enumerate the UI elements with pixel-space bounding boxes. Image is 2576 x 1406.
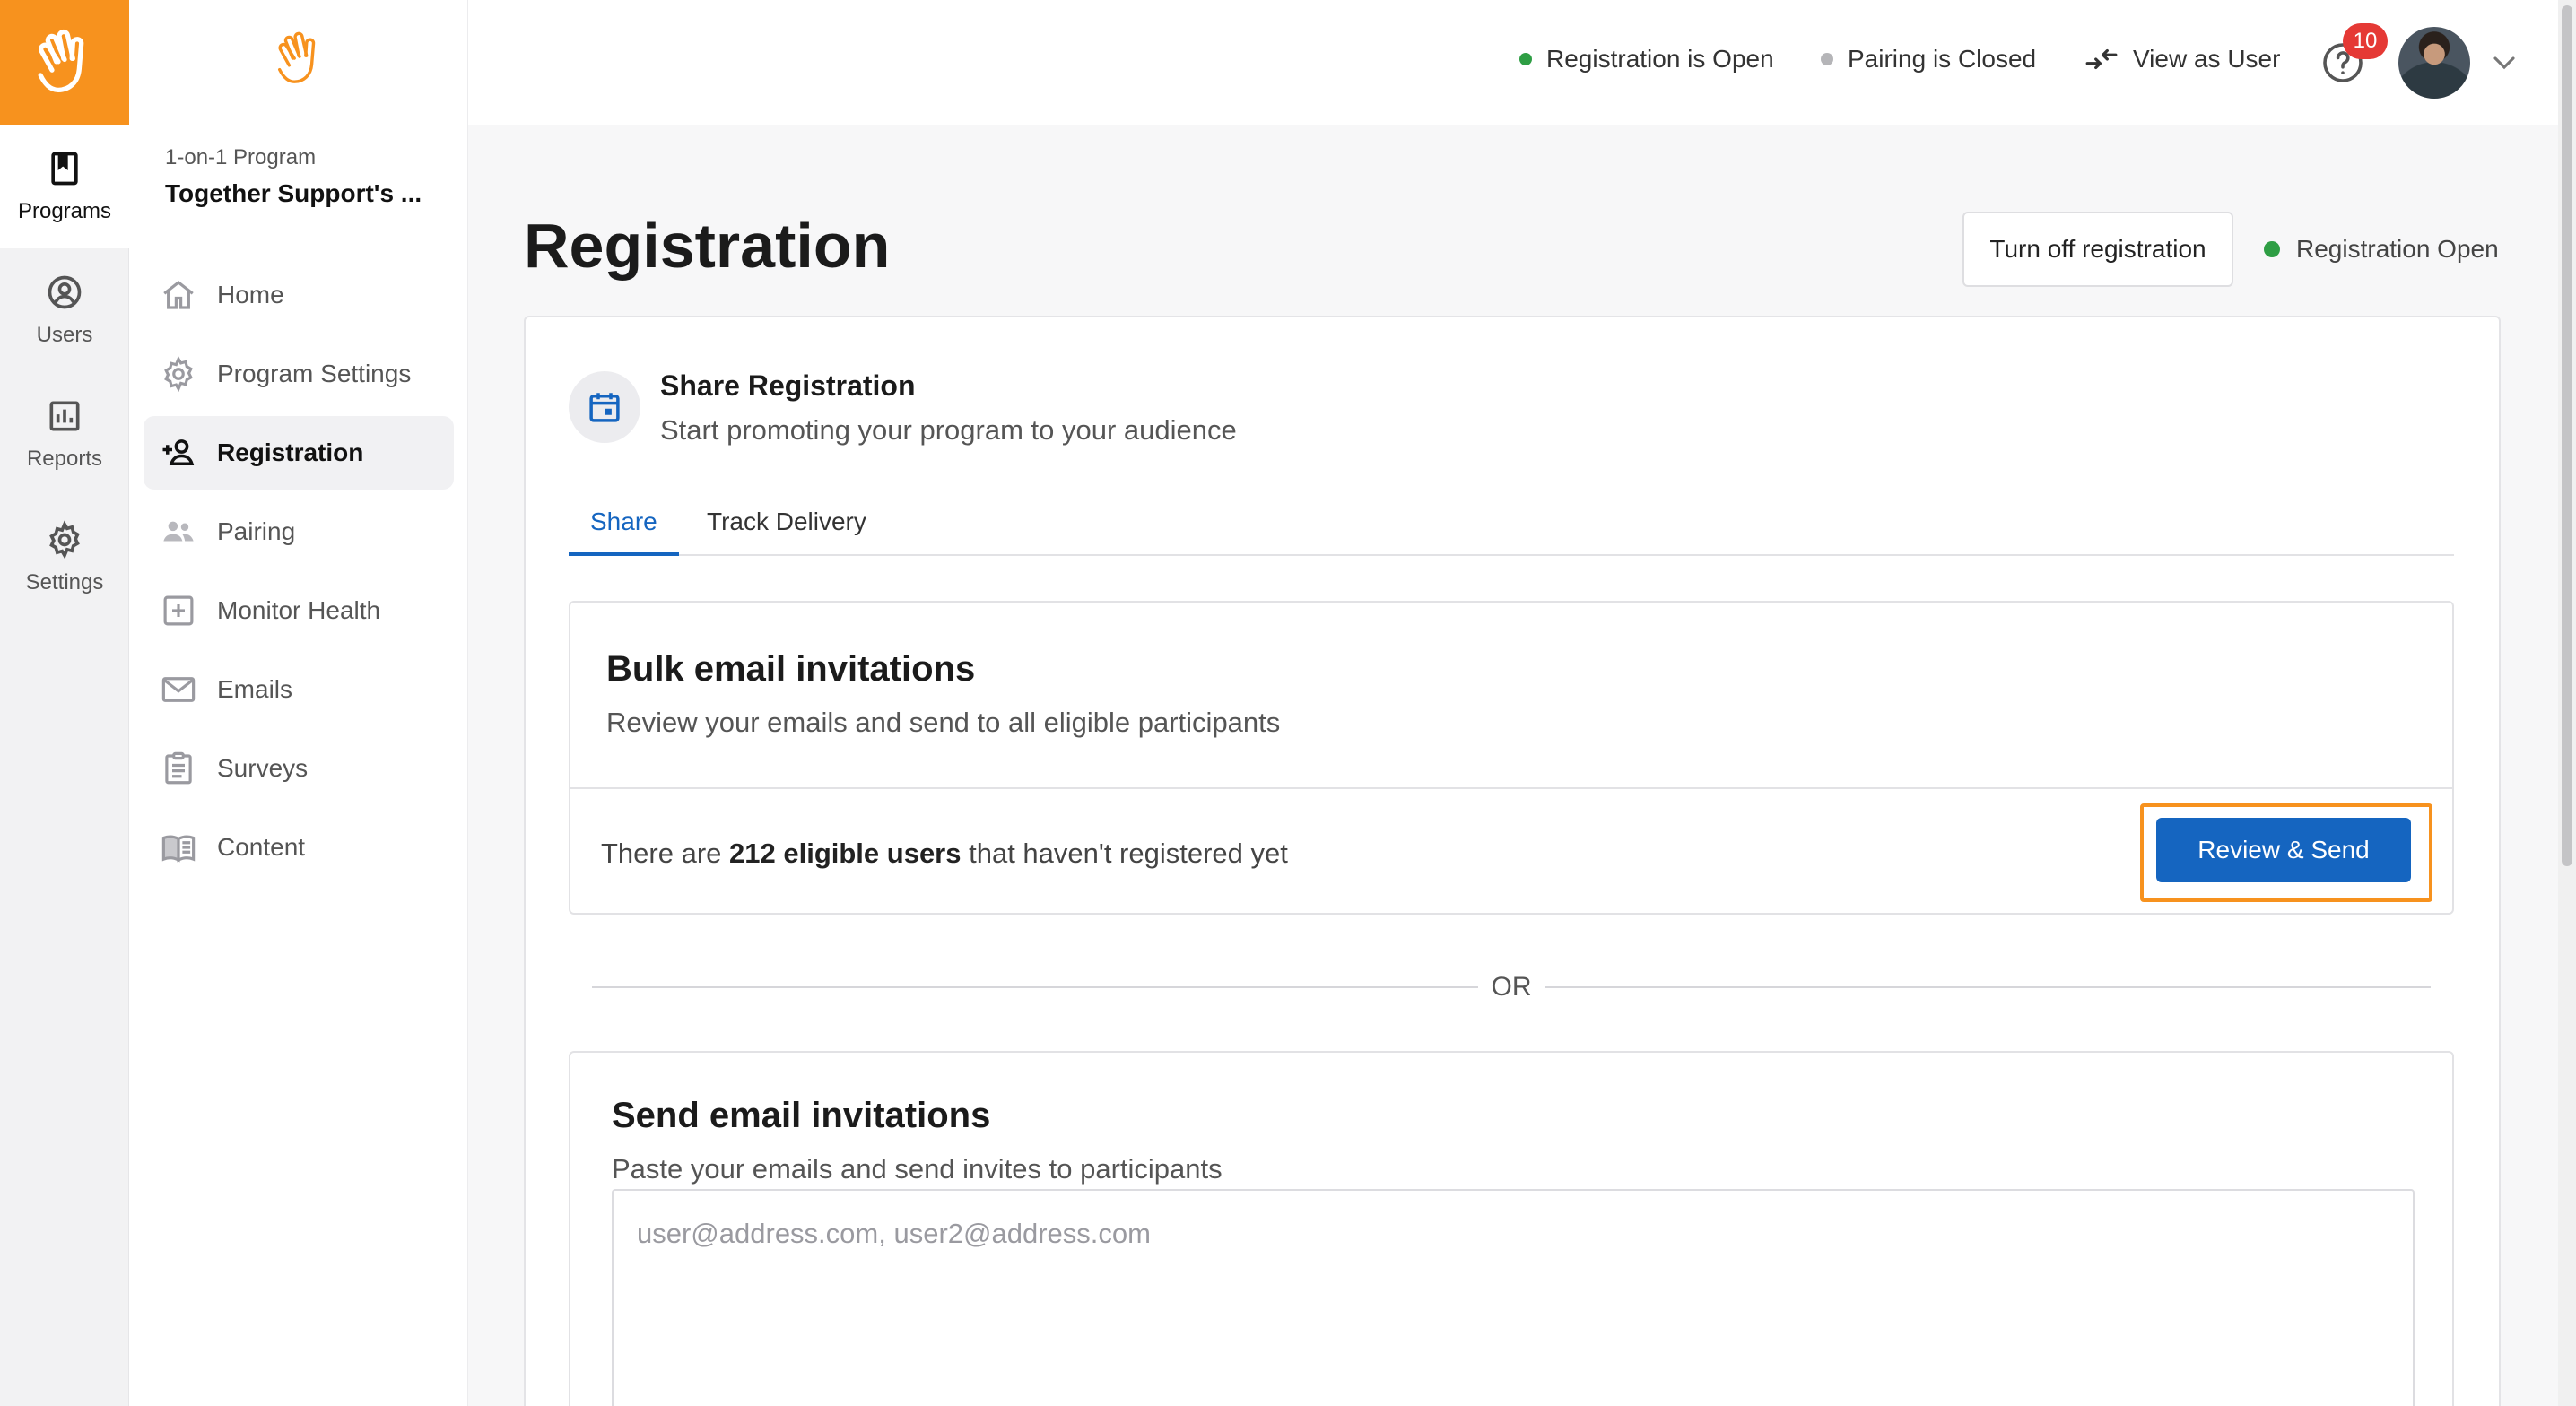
nav-item-label: Home xyxy=(217,281,284,308)
users-icon xyxy=(163,521,194,542)
nav-item-label: Emails xyxy=(217,675,293,703)
nav-item-label: Monitor Health xyxy=(217,596,381,624)
chevron-down-icon[interactable] xyxy=(2491,52,2518,74)
status-dot-green xyxy=(1519,53,1532,65)
avatar[interactable] xyxy=(2398,27,2470,99)
scrollbar-thumb[interactable] xyxy=(2562,5,2572,866)
send-title: Send email invitations xyxy=(612,1096,991,1135)
nav-item-surveys[interactable]: Surveys xyxy=(144,732,454,805)
status-dot-green xyxy=(2264,241,2280,257)
nav-item-label: Registration xyxy=(217,438,364,466)
eligible-text-prefix: There are xyxy=(601,838,730,869)
registration-status[interactable]: Registration is Open xyxy=(1519,45,1774,74)
bulk-subtitle: Review your emails and send to all eligi… xyxy=(606,707,1281,738)
swap-arrows-icon xyxy=(2085,48,2118,70)
or-separator: OR xyxy=(592,968,2431,1004)
eligible-text-suffix: that haven't registered yet xyxy=(961,838,1288,869)
program-type-caption: 1-on-1 Program xyxy=(165,145,317,169)
rail-item-users[interactable]: Users xyxy=(0,248,129,372)
page-title: Registration xyxy=(524,211,891,281)
view-as-user-label: View as User xyxy=(2133,45,2281,73)
share-subtitle: Start promoting your program to your aud… xyxy=(660,414,1237,446)
calendar-icon xyxy=(589,393,620,422)
rail-item-label: Settings xyxy=(25,570,104,595)
status-dot-gray xyxy=(1821,53,1833,65)
rail-item-programs[interactable]: Programs xyxy=(0,125,129,248)
rail-item-reports[interactable]: Reports xyxy=(0,372,129,496)
tab-share[interactable]: Share xyxy=(569,497,679,556)
app-logo[interactable] xyxy=(0,0,129,125)
waving-hand-icon xyxy=(38,29,84,92)
pairing-status[interactable]: Pairing is Closed xyxy=(1821,45,2036,74)
share-tabs: Share Track Delivery xyxy=(569,497,2454,556)
bar-chart-icon xyxy=(49,401,80,431)
nav-item-program-settings[interactable]: Program Settings xyxy=(144,337,454,411)
registration-status-label: Registration is Open xyxy=(1546,45,1774,73)
bulk-title: Bulk email invitations xyxy=(606,649,976,689)
user-circle-icon xyxy=(48,275,82,309)
page-scrollbar[interactable] xyxy=(2558,0,2576,1406)
nav-item-label: Pairing xyxy=(217,517,296,545)
registration-state-label: Registration Open xyxy=(2296,235,2499,263)
email-list-input[interactable] xyxy=(612,1189,2415,1406)
or-label: OR xyxy=(1491,972,1532,1002)
rail-item-label: Reports xyxy=(26,447,103,471)
nav-item-registration[interactable]: Registration xyxy=(144,416,454,490)
nav-item-emails[interactable]: Emails xyxy=(144,653,454,726)
view-as-user-button[interactable]: View as User xyxy=(2084,45,2280,74)
waving-hand-icon xyxy=(278,31,316,83)
program-name[interactable]: Together Support's ... xyxy=(165,179,422,208)
turn-off-registration-button[interactable]: Turn off registration xyxy=(1962,212,2233,287)
add-user-icon xyxy=(162,439,195,465)
review-send-button[interactable]: Review & Send xyxy=(2156,818,2411,882)
rail-item-label: Programs xyxy=(17,199,112,223)
notification-badge: 10 xyxy=(2343,23,2388,59)
nav-item-content[interactable]: Content xyxy=(144,811,454,884)
rail-item-settings[interactable]: Settings xyxy=(0,496,129,620)
nav-item-label: Content xyxy=(217,833,306,861)
gear-icon xyxy=(49,520,80,560)
send-email-panel: Send email invitations Paste your emails… xyxy=(569,1051,2454,1406)
eligible-users-text: There are 212 eligible users that haven'… xyxy=(601,838,1288,870)
eligible-users-count: 212 eligible users xyxy=(729,838,962,869)
registration-state-badge: Registration Open xyxy=(2264,235,2499,264)
program-nav: Home Program Settings Registration Pairi… xyxy=(144,258,454,890)
tab-track-delivery[interactable]: Track Delivery xyxy=(685,497,888,556)
mail-icon xyxy=(161,677,196,702)
pairing-status-label: Pairing is Closed xyxy=(1848,45,2037,73)
book-icon xyxy=(161,835,196,863)
share-icon-wrap xyxy=(569,371,640,443)
clipboard-icon xyxy=(165,751,192,785)
send-subtitle: Paste your emails and send invites to pa… xyxy=(612,1153,1223,1185)
home-icon xyxy=(163,281,194,309)
bookmark-icon xyxy=(51,152,78,186)
divider xyxy=(592,986,1478,988)
share-registration-card: Share Registration Start promoting your … xyxy=(524,316,2501,1406)
gear-icon xyxy=(164,355,193,393)
nav-item-label: Surveys xyxy=(217,754,309,782)
divider xyxy=(570,787,2452,789)
nav-item-pairing[interactable]: Pairing xyxy=(144,495,454,568)
plus-square-icon xyxy=(163,595,194,626)
nav-item-label: Program Settings xyxy=(217,360,412,387)
top-bar: Registration is Open Pairing is Closed V… xyxy=(468,0,2558,125)
bulk-email-panel: Bulk email invitations Review your email… xyxy=(569,601,2454,915)
program-sidebar: 1-on-1 Program Together Support's ... Ho… xyxy=(129,0,468,1406)
rail-item-label: Users xyxy=(36,323,93,347)
app-rail: Programs Users Reports Settings xyxy=(0,0,129,1406)
divider xyxy=(1545,986,2431,988)
share-title: Share Registration xyxy=(660,369,916,402)
nav-item-monitor-health[interactable]: Monitor Health xyxy=(144,574,454,647)
nav-item-home[interactable]: Home xyxy=(144,258,454,332)
